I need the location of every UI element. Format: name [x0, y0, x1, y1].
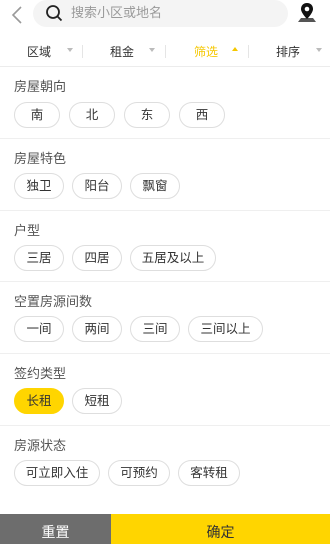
filter-tab-label: 租金 [110, 45, 135, 59]
option-chip[interactable]: 一间 [14, 316, 64, 342]
option-chip[interactable]: 两间 [72, 316, 122, 342]
confirm-button[interactable]: 确定 [111, 514, 330, 544]
option-chip[interactable]: 客转租 [178, 460, 240, 486]
option-chip[interactable]: 北 [69, 102, 115, 128]
filter-tab-label: 排序 [276, 45, 301, 59]
section-title: 房源状态 [14, 439, 67, 454]
option-chip[interactable]: 短租 [72, 388, 122, 414]
filter-tab-rent[interactable]: 租金 [83, 36, 165, 66]
filter-tab-filter[interactable]: 筛选 [166, 36, 248, 66]
section-layout: 户型 三居 四居 五居及以上 [0, 211, 330, 282]
section-title: 房屋特色 [14, 152, 67, 167]
option-chip[interactable]: 南 [14, 102, 60, 128]
option-chip[interactable]: 三居 [14, 245, 64, 271]
chevron-down-icon [67, 48, 73, 52]
chevron-down-icon [149, 48, 155, 52]
reset-button[interactable]: 重置 [0, 514, 111, 544]
section-title: 户型 [14, 224, 41, 239]
option-chip[interactable]: 可立即入住 [14, 460, 100, 486]
option-chip[interactable]: 五居及以上 [130, 245, 216, 271]
section-title: 空置房源间数 [14, 295, 93, 310]
option-chip[interactable]: 三间 [130, 316, 180, 342]
top-bar: 搜索小区或地名 [0, 0, 330, 30]
section-orientation: 房屋朝向 南 北 东 西 [0, 67, 330, 139]
option-chip[interactable]: 独卫 [14, 173, 64, 199]
chevron-up-icon [232, 47, 238, 51]
option-chip[interactable]: 西 [179, 102, 225, 128]
option-chip[interactable]: 可预约 [108, 460, 170, 486]
option-chip[interactable]: 三间以上 [188, 316, 263, 342]
filter-tab-area[interactable]: 区域 [0, 36, 82, 66]
section-lease-type: 签约类型 长租 短租 [0, 354, 330, 426]
section-title: 签约类型 [14, 367, 67, 382]
search-icon [45, 4, 63, 22]
option-chip[interactable]: 飘窗 [130, 173, 180, 199]
section-listing-status: 房源状态 可立即入住 可预约 客转租 [0, 426, 330, 496]
filter-tab-sort[interactable]: 排序 [249, 36, 330, 66]
filter-tab-label: 区域 [27, 45, 52, 59]
chevron-down-icon [316, 48, 322, 52]
filter-tab-label: 筛选 [194, 45, 219, 59]
back-arrow-icon[interactable] [8, 5, 28, 25]
section-vacant-rooms: 空置房源间数 一间 两间 三间 三间以上 [0, 282, 330, 354]
section-title: 房屋朝向 [14, 80, 67, 95]
section-features: 房屋特色 独卫 阳台 飘窗 [0, 139, 330, 211]
search-placeholder[interactable]: 搜索小区或地名 [71, 5, 162, 22]
option-chip-selected[interactable]: 长租 [14, 388, 64, 414]
map-pin-icon[interactable] [296, 1, 318, 26]
search-bar[interactable]: 搜索小区或地名 [33, 0, 288, 27]
option-chip[interactable]: 东 [124, 102, 170, 128]
option-chip[interactable]: 阳台 [72, 173, 122, 199]
filter-bar: 区域 租金 筛选 排序 [0, 36, 330, 67]
option-chip[interactable]: 四居 [72, 245, 122, 271]
